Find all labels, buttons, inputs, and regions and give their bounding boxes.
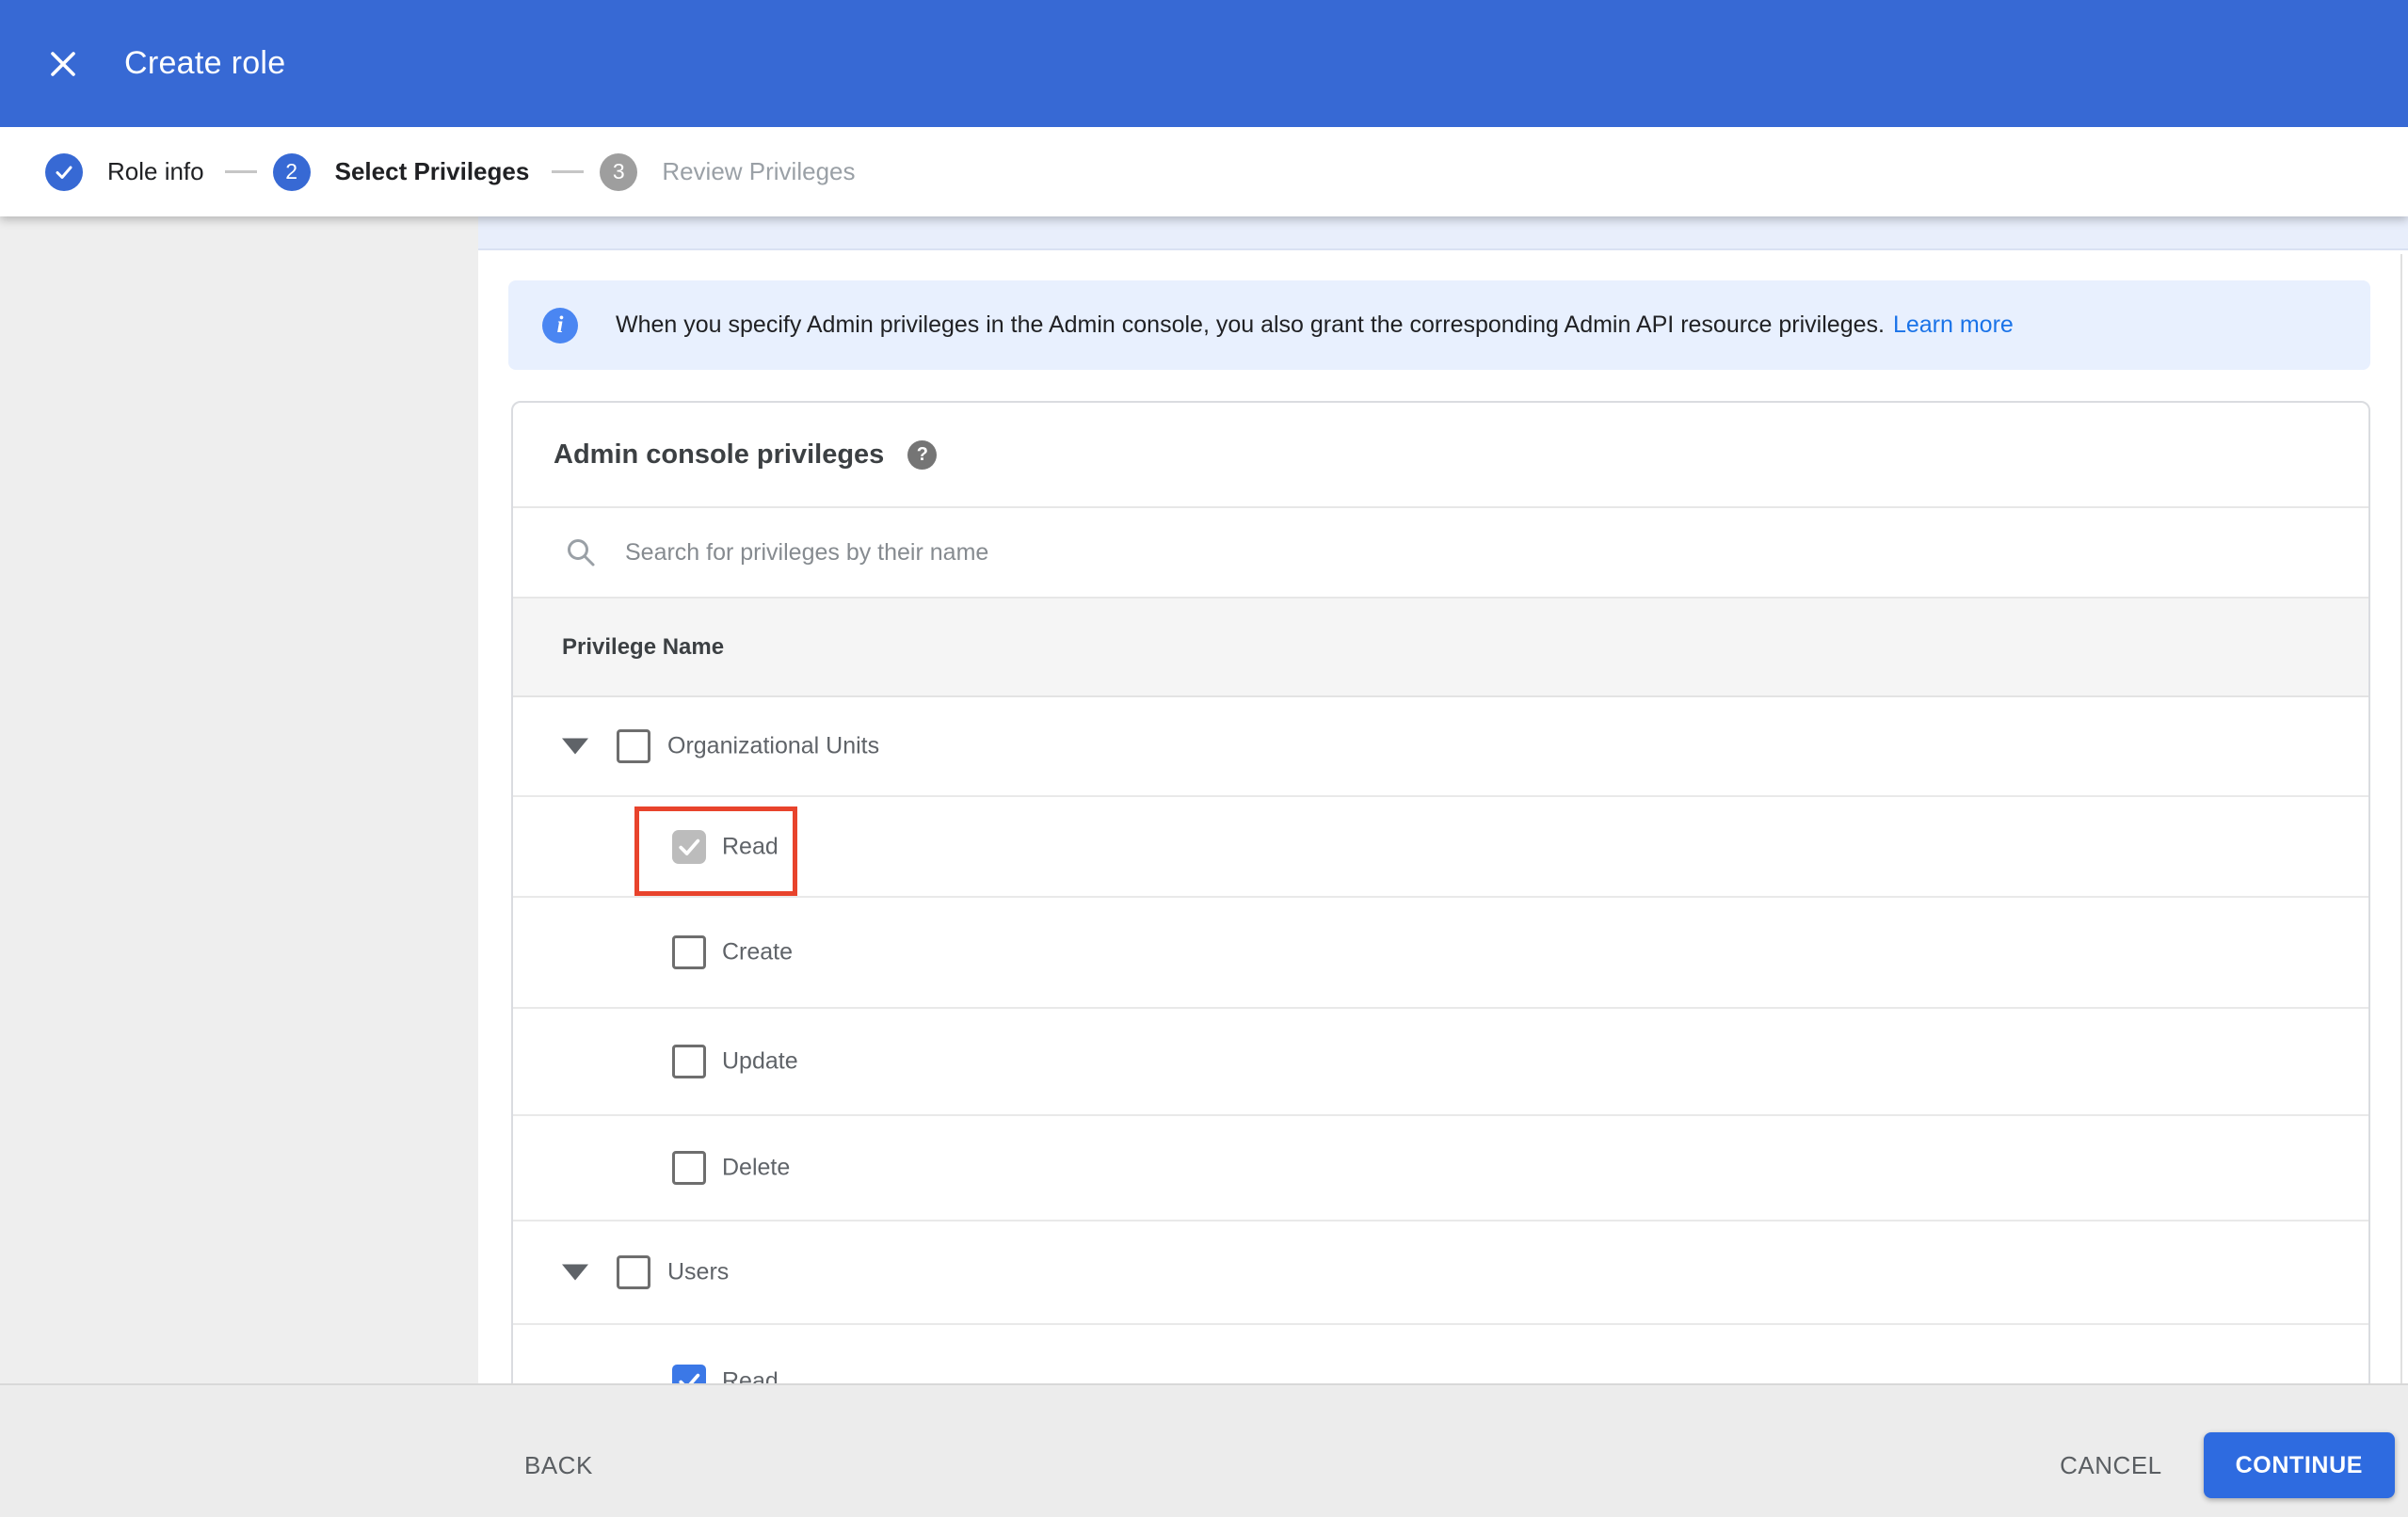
- continue-button[interactable]: CONTINUE: [2203, 1432, 2395, 1498]
- stepper: Role info 2 Select Privileges 3 Review P…: [0, 127, 2408, 216]
- create-checkbox[interactable]: [672, 935, 706, 969]
- dialog-body: i When you specify Admin privileges in t…: [0, 216, 2408, 1385]
- page-title: Create role: [124, 45, 286, 81]
- search-input[interactable]: [625, 538, 1943, 567]
- privilege-row-read: Read: [513, 797, 2368, 898]
- privilege-label: Organizational Units: [667, 732, 880, 759]
- cancel-button[interactable]: CANCEL: [2060, 1451, 2161, 1480]
- collapse-arrow-icon[interactable]: [562, 738, 588, 755]
- step-select-privileges[interactable]: 2 Select Privileges: [272, 152, 530, 191]
- update-checkbox[interactable]: [672, 1045, 706, 1078]
- search-row: [513, 508, 2368, 599]
- privilege-row-create: Create: [513, 898, 2368, 1009]
- users-read-checkbox-checked[interactable]: [672, 1365, 706, 1385]
- privilege-label: Delete: [722, 1154, 791, 1181]
- step3-label: Review Privileges: [662, 157, 856, 185]
- step-review-privileges[interactable]: 3 Review Privileges: [600, 152, 856, 191]
- scrollbar-track: [2400, 254, 2402, 1385]
- privilege-row-update: Update: [513, 1009, 2368, 1116]
- close-button[interactable]: [47, 48, 79, 80]
- help-icon[interactable]: ?: [907, 439, 938, 470]
- privilege-label: Read: [722, 833, 779, 859]
- privilege-label: Create: [722, 938, 794, 966]
- privilege-label: Users: [667, 1258, 730, 1285]
- privilege-row-delete: Delete: [513, 1116, 2368, 1222]
- delete-checkbox[interactable]: [672, 1151, 706, 1185]
- info-icon: i: [542, 307, 578, 343]
- step3-circle: 3: [600, 152, 638, 191]
- search-icon: [565, 536, 597, 568]
- privilege-row-organizational-units: Organizational Units: [513, 697, 2368, 797]
- content-panel: i When you specify Admin privileges in t…: [478, 216, 2408, 1385]
- table-header: Privilege Name: [513, 599, 2368, 697]
- step2-label: Select Privileges: [334, 157, 530, 185]
- collapse-arrow-icon[interactable]: [562, 1264, 588, 1281]
- create-role-dialog: Create role Role info 2 Select Privilege…: [0, 0, 2408, 1517]
- card-header: Admin console privileges ?: [513, 403, 2368, 508]
- step-divider: [224, 170, 257, 173]
- back-button[interactable]: BACK: [524, 1451, 593, 1480]
- dialog-footer: BACK CANCEL CONTINUE: [0, 1383, 2408, 1517]
- step2-circle: 2: [272, 152, 311, 191]
- step-role-info[interactable]: Role info: [45, 152, 204, 191]
- step1-circle: [45, 152, 83, 191]
- privilege-name-column-header: Privilege Name: [562, 633, 725, 660]
- close-icon: [47, 48, 79, 80]
- read-checkbox-checked-disabled[interactable]: [672, 829, 706, 864]
- organizational-units-checkbox[interactable]: [617, 729, 650, 763]
- info-banner: i When you specify Admin privileges in t…: [508, 280, 2370, 370]
- check-icon: [53, 161, 75, 184]
- dialog-header: Create role: [0, 0, 2408, 127]
- banner-text: When you specify Admin privileges in the…: [616, 311, 1885, 338]
- step1-label: Role info: [107, 157, 204, 185]
- privilege-label: Update: [722, 1047, 798, 1075]
- card-title: Admin console privileges: [554, 439, 885, 470]
- step-divider: [552, 170, 585, 173]
- privilege-row-users: Users: [513, 1222, 2368, 1325]
- users-checkbox[interactable]: [617, 1255, 650, 1289]
- privileges-card: Admin console privileges ? Privilege Nam…: [511, 401, 2370, 1385]
- learn-more-link[interactable]: Learn more: [1893, 311, 2014, 339]
- scrolled-content-strip: [478, 216, 2408, 250]
- privilege-row-users-read: Read: [513, 1325, 2368, 1385]
